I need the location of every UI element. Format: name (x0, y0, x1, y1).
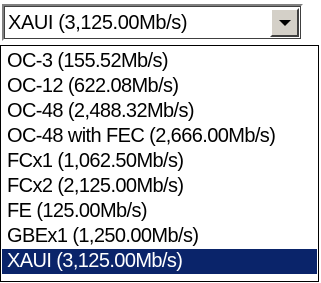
option-fcx1[interactable]: FCx1 (1,062.50Mb/s) (1, 149, 318, 174)
option-oc-12[interactable]: OC-12 (622.08Mb/s) (1, 74, 318, 99)
chevron-down-icon (279, 20, 291, 26)
combo-selected-value[interactable]: XAUI (3,125.00Mb/s) (8, 11, 188, 35)
option-xaui-selected[interactable]: XAUI (3,125.00Mb/s) (2, 249, 317, 274)
dropdown-button[interactable] (270, 8, 299, 37)
option-gbex1[interactable]: GBEx1 (1,250.00Mb/s) (1, 224, 318, 249)
option-fcx2[interactable]: FCx2 (2,125.00Mb/s) (1, 174, 318, 199)
option-oc-48-fec[interactable]: OC-48 with FEC (2,666.00Mb/s) (1, 124, 318, 149)
option-oc-3[interactable]: OC-3 (155.52Mb/s) (1, 49, 318, 74)
rate-combobox[interactable]: XAUI (3,125.00Mb/s) (2, 4, 303, 41)
dropdown-list[interactable]: OC-3 (155.52Mb/s) OC-12 (622.08Mb/s) OC-… (0, 45, 319, 282)
option-fe[interactable]: FE (125.00Mb/s) (1, 199, 318, 224)
option-oc-48[interactable]: OC-48 (2,488.32Mb/s) (1, 99, 318, 124)
